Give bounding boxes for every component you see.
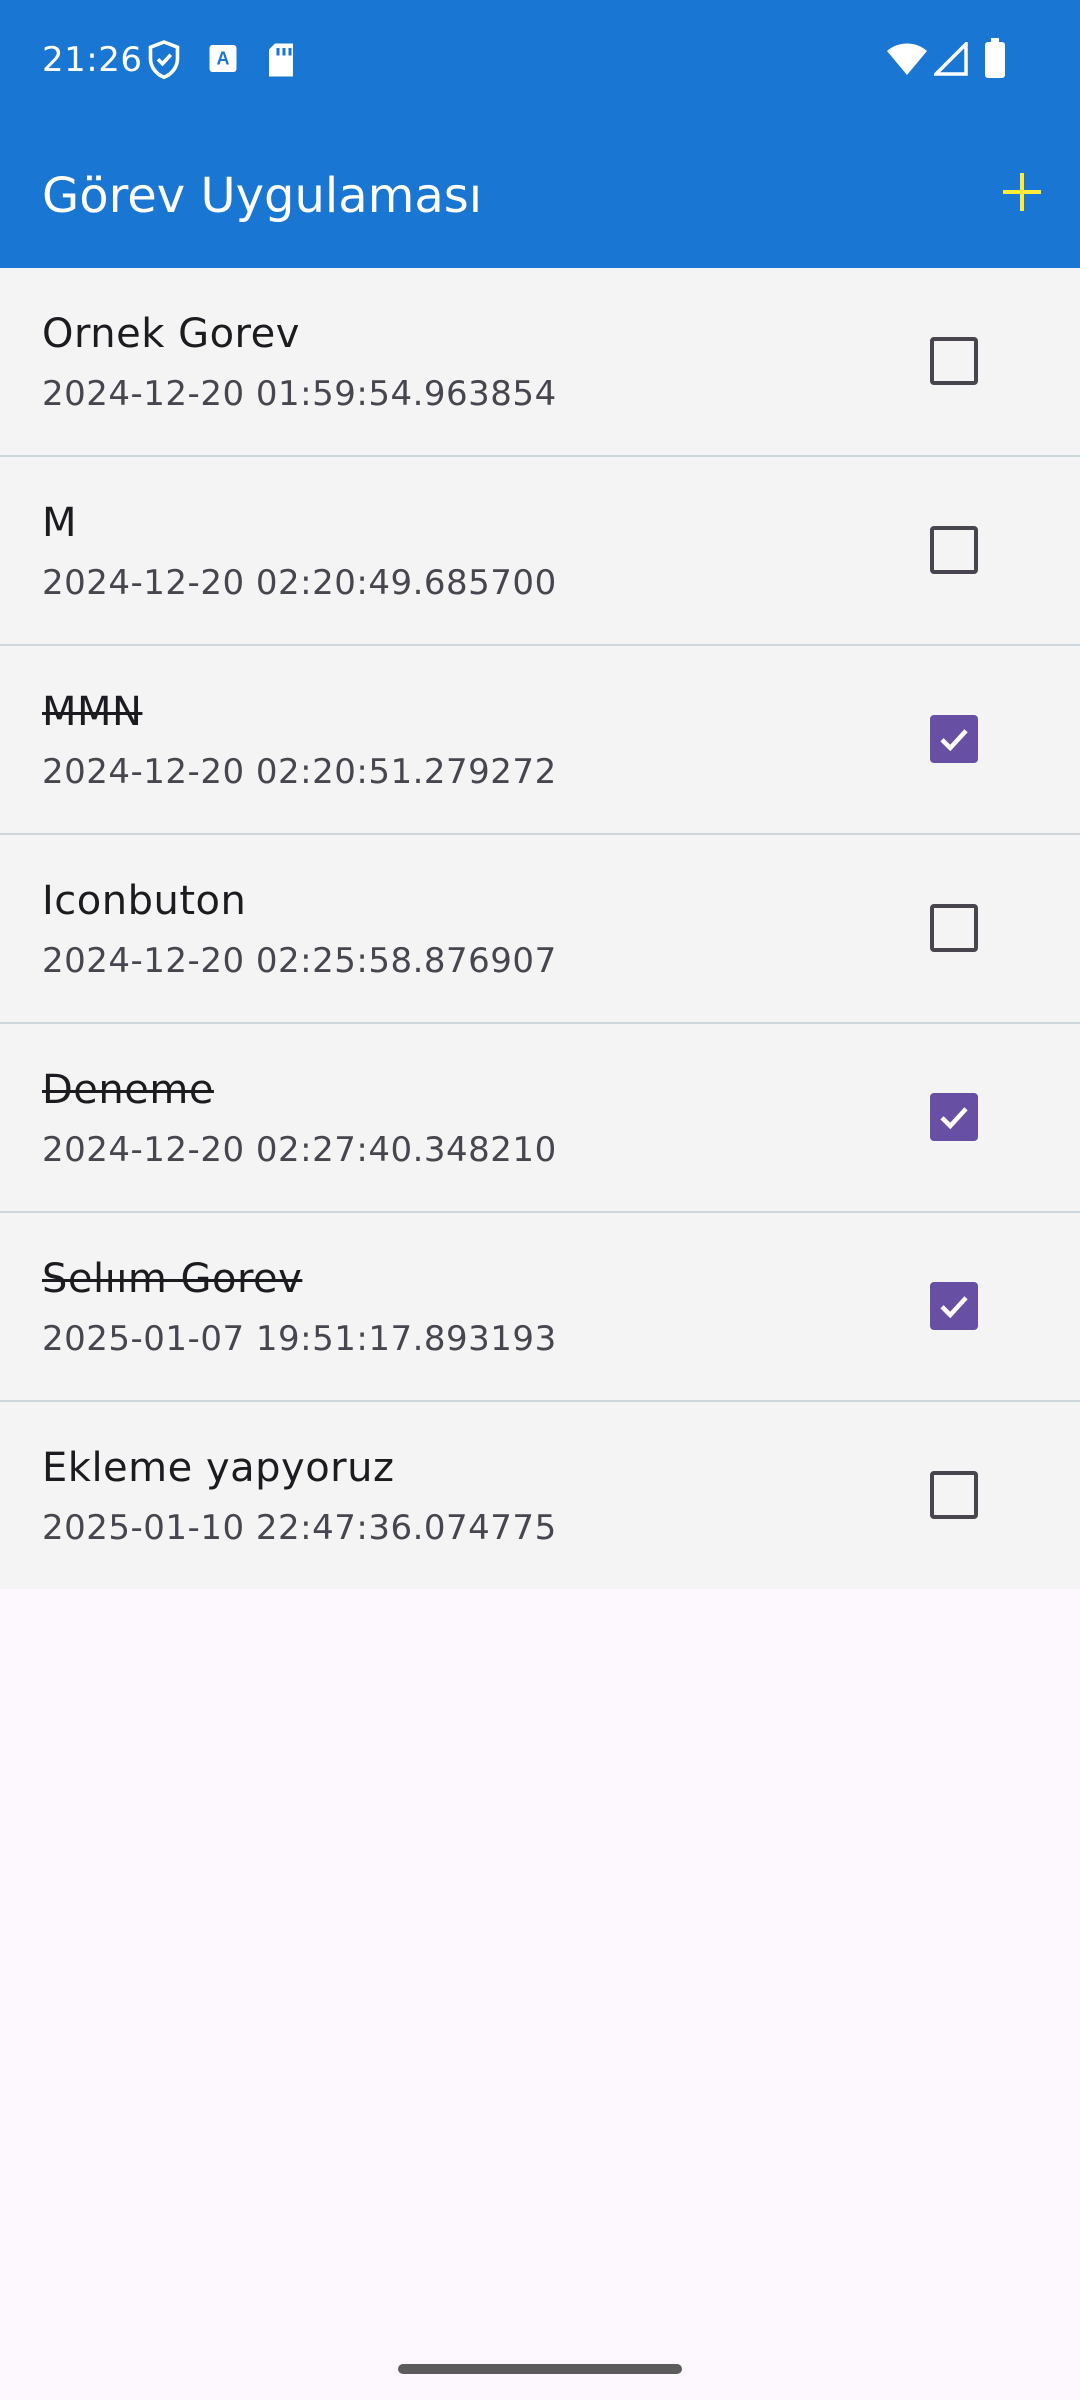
task-checkbox[interactable] xyxy=(930,337,978,385)
task-checkbox[interactable] xyxy=(930,1282,978,1330)
check-icon xyxy=(940,1296,968,1319)
sd-card-icon xyxy=(266,40,296,84)
task-date: 2025-01-07 19:51:17.893193 xyxy=(42,1319,557,1359)
task-title: Selıım Gorev xyxy=(42,1256,303,1302)
task-title: MMN xyxy=(42,689,143,735)
task-title: Iconbuton xyxy=(42,878,247,924)
task-item[interactable]: M 2024-12-20 02:20:49.685700 xyxy=(0,457,1080,646)
task-checkbox[interactable] xyxy=(930,1093,978,1141)
task-title: Ornek Gorev xyxy=(42,311,300,357)
task-date: 2024-12-20 01:59:54.963854 xyxy=(42,374,557,414)
task-item[interactable]: Iconbuton 2024-12-20 02:25:58.876907 xyxy=(0,835,1080,1024)
task-title: Deneme xyxy=(42,1067,214,1113)
task-item[interactable]: Ekleme yapyoruz 2025-01-10 22:47:36.0747… xyxy=(0,1402,1080,1589)
svg-text:A: A xyxy=(217,49,230,69)
plus-icon xyxy=(1003,173,1041,211)
task-date: 2024-12-20 02:27:40.348210 xyxy=(42,1130,557,1170)
task-checkbox[interactable] xyxy=(930,904,978,952)
task-item[interactable]: Selıım Gorev 2025-01-07 19:51:17.893193 xyxy=(0,1213,1080,1402)
task-date: 2024-12-20 02:20:49.685700 xyxy=(42,563,557,603)
task-list: Ornek Gorev 2024-12-20 01:59:54.963854 M… xyxy=(0,268,1080,1589)
task-title: M xyxy=(42,500,78,546)
task-title: Ekleme yapyoruz xyxy=(42,1445,395,1491)
status-bar: 21:26 A xyxy=(0,0,1080,120)
shield-icon xyxy=(146,40,182,84)
task-checkbox[interactable] xyxy=(930,526,978,574)
task-item[interactable]: MMN 2024-12-20 02:20:51.279272 xyxy=(0,646,1080,835)
signal-icon xyxy=(931,39,968,80)
task-checkbox[interactable] xyxy=(930,1471,978,1519)
task-item[interactable]: Ornek Gorev 2024-12-20 01:59:54.963854 xyxy=(0,268,1080,457)
status-time: 21:26 xyxy=(42,40,143,80)
translate-icon: A xyxy=(208,40,238,84)
task-item[interactable]: Deneme 2024-12-20 02:27:40.348210 xyxy=(0,1024,1080,1213)
app-bar: Görev Uygulaması xyxy=(0,120,1080,268)
check-icon xyxy=(940,729,968,752)
task-date: 2025-01-10 22:47:36.074775 xyxy=(42,1508,557,1548)
task-date: 2024-12-20 02:25:58.876907 xyxy=(42,941,557,981)
battery-icon xyxy=(984,38,1006,82)
task-date: 2024-12-20 02:20:51.279272 xyxy=(42,752,557,792)
gesture-nav-handle[interactable] xyxy=(398,2364,682,2374)
task-checkbox[interactable] xyxy=(930,715,978,763)
wifi-icon xyxy=(886,42,928,80)
check-icon xyxy=(940,1107,968,1130)
page-title: Görev Uygulaması xyxy=(42,168,483,224)
add-task-button[interactable] xyxy=(984,154,1060,230)
